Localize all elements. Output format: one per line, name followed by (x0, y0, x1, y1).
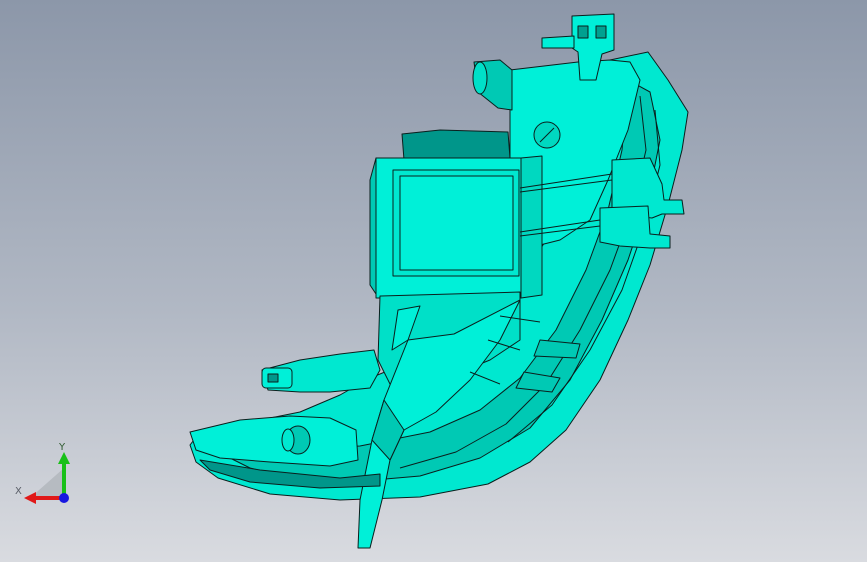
y-axis-arrow (58, 452, 70, 464)
x-axis-label: X (15, 486, 22, 497)
top-boss-end (472, 61, 488, 95)
nose-cylinder-end (281, 428, 295, 452)
3d-model-view[interactable] (0, 0, 867, 562)
square-housing-right (520, 155, 543, 299)
x-axis-arrow (24, 492, 36, 504)
y-axis-label: Y (59, 442, 66, 453)
z-axis-dot (59, 493, 69, 503)
rear-block (401, 129, 511, 161)
connector-side (541, 35, 575, 49)
graphics-viewport[interactable]: X Y (0, 0, 867, 562)
square-housing-inner (399, 175, 514, 271)
square-housing-side (369, 157, 377, 295)
connector-slot-2 (595, 25, 607, 39)
left-arm-slot (267, 373, 279, 383)
axis-triad: X Y (10, 440, 80, 510)
triad-graphic (24, 452, 70, 504)
connector-slot-1 (577, 25, 589, 39)
